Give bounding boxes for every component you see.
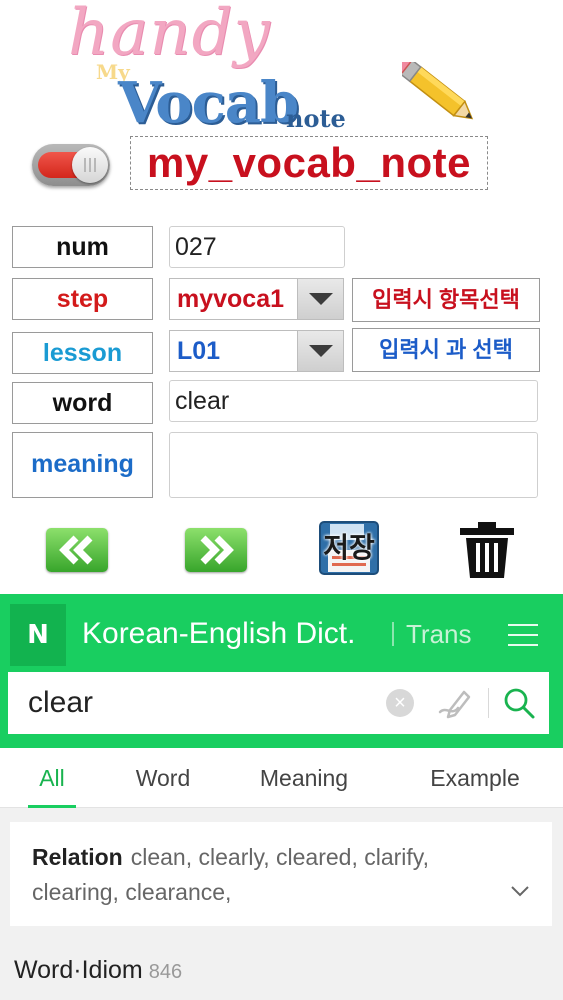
lesson-selected-value: L01: [177, 337, 221, 365]
result-tabs: All Word Meaning Example: [0, 748, 563, 808]
tab-example[interactable]: Example: [416, 748, 534, 808]
save-button[interactable]: 저장: [318, 520, 380, 576]
app-title: my_vocab_note: [130, 136, 488, 190]
lesson-select[interactable]: L01: [169, 330, 344, 372]
mode-toggle-switch[interactable]: [32, 144, 110, 186]
lesson-label: lesson: [12, 332, 153, 374]
naver-logo-icon[interactable]: N: [10, 604, 66, 666]
num-label: num: [12, 226, 153, 268]
step-hint-button[interactable]: 입력시 항목선택: [352, 278, 540, 322]
lesson-hint-button[interactable]: 입력시 과 선택: [352, 328, 540, 372]
clear-icon[interactable]: ×: [386, 689, 414, 717]
relation-label: Relation: [32, 844, 123, 870]
search-box: ×: [8, 672, 549, 734]
meaning-field[interactable]: [169, 432, 538, 498]
double-chevron-left-icon: [59, 535, 93, 565]
search-input[interactable]: [28, 672, 368, 734]
toggle-knob: [72, 147, 108, 183]
word-idiom-section-title: Word·Idiom 846: [14, 956, 182, 985]
tab-all[interactable]: All: [28, 748, 76, 808]
relation-text: Relation clean, clearly, cleared, clarify…: [32, 840, 502, 910]
double-chevron-right-icon: [200, 535, 234, 565]
search-icon[interactable]: [502, 686, 536, 720]
search-divider: [488, 688, 489, 718]
chevron-down-icon[interactable]: [510, 884, 530, 898]
tab-meaning[interactable]: Meaning: [244, 748, 364, 808]
results-area: Relation clean, clearly, cleared, clarify…: [0, 808, 563, 1000]
word-label: word: [12, 382, 153, 424]
menu-icon[interactable]: [508, 622, 538, 648]
num-field[interactable]: 027: [169, 226, 345, 268]
word-field[interactable]: clear: [169, 380, 538, 422]
chevron-down-icon: [297, 279, 343, 319]
meaning-label: meaning: [12, 432, 153, 498]
delete-button[interactable]: [456, 518, 518, 580]
chevron-down-icon: [297, 331, 343, 371]
trash-icon: [460, 522, 514, 578]
translate-link[interactable]: Trans: [406, 614, 472, 654]
logo-note-text: note: [286, 104, 346, 133]
section-count: 846: [148, 961, 183, 983]
next-button[interactable]: [185, 528, 247, 572]
app-logo: handy My Vocab note: [60, 0, 360, 136]
logo-vocab-text: Vocab: [118, 70, 299, 136]
step-label: step: [12, 278, 153, 320]
relation-card[interactable]: Relation clean, clearly, cleared, clarify…: [10, 822, 552, 926]
header-divider: [392, 622, 394, 646]
previous-button[interactable]: [46, 528, 108, 572]
step-selected-value: myvoca1: [177, 285, 285, 313]
step-select[interactable]: myvoca1: [169, 278, 344, 320]
save-label: 저장: [323, 531, 375, 564]
handwriting-pen-icon[interactable]: [436, 686, 472, 720]
tab-word[interactable]: Word: [120, 748, 206, 808]
pencil-icon: [402, 62, 474, 120]
dictionary-title[interactable]: Korean-English Dict.: [82, 612, 355, 656]
dictionary-header: N Korean-English Dict. Trans ×: [0, 594, 563, 748]
section-title: Word·Idiom: [14, 956, 143, 984]
